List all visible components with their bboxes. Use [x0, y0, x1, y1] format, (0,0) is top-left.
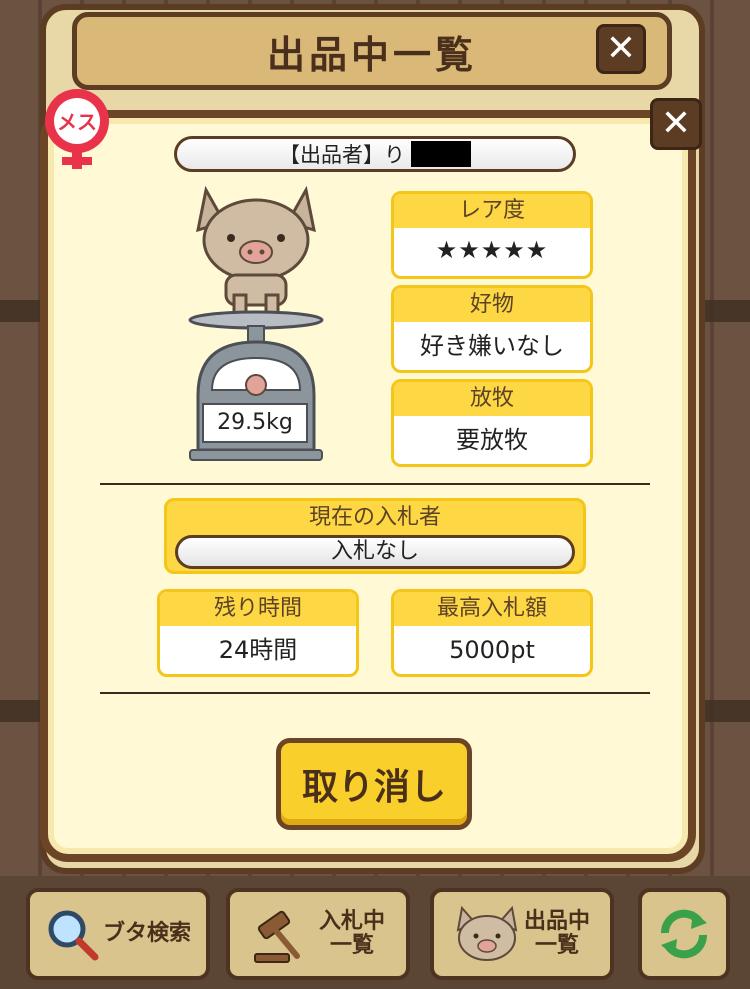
- remaining-time-value: 24時間: [218, 636, 298, 664]
- redacted-block: [411, 141, 471, 167]
- max-bid-box: 最高入札額 5000pt: [391, 589, 593, 677]
- refresh-icon: [660, 909, 708, 959]
- bidding-list-label-line1: 入札中: [318, 909, 385, 934]
- listing-list-label: 出品中 一覧: [524, 910, 590, 958]
- current-bidder-value: 入札なし: [175, 535, 575, 569]
- gender-label: メス: [57, 110, 97, 134]
- pig-icon: [196, 185, 316, 315]
- grazing-label: 放牧: [394, 382, 590, 416]
- gavel-icon: [253, 910, 300, 963]
- magnifier-icon: [48, 910, 99, 961]
- listing-list-label-line2: 一覧: [534, 933, 579, 958]
- cancel-listing-button[interactable]: 取り消し: [276, 738, 472, 830]
- rarity-stars: ★★★★★: [435, 236, 549, 264]
- listing-list-button[interactable]: 出品中 一覧: [430, 888, 614, 980]
- seller-bar: 【出品者】 り: [174, 136, 576, 172]
- close-window-button[interactable]: ✕: [596, 24, 646, 74]
- current-bidder-box: 現在の入札者 入札なし: [164, 498, 586, 574]
- pig-search-button[interactable]: ブタ検索: [26, 888, 210, 980]
- weight-display: 29.5kg: [202, 403, 308, 443]
- page-title: 出品中一覧: [266, 32, 477, 77]
- bidding-list-label-line2: 一覧: [329, 933, 374, 958]
- seller-prefix: 【出品者】: [279, 143, 384, 167]
- refresh-button[interactable]: [638, 888, 730, 980]
- favorite-food-label: 好物: [394, 288, 590, 322]
- divider: [100, 483, 650, 485]
- favorite-food-value: 好き嫌いなし: [420, 332, 564, 360]
- divider: [100, 692, 650, 694]
- female-icon: メス: [45, 89, 109, 169]
- favorite-food-box: 好物 好き嫌いなし: [391, 285, 593, 373]
- seller-name: り: [384, 143, 405, 167]
- bidding-list-button[interactable]: 入札中 一覧: [226, 888, 410, 980]
- bidding-list-label: 入札中 一覧: [319, 910, 385, 958]
- current-bidder-label: 現在の入札者: [308, 505, 441, 530]
- grazing-value: 要放牧: [456, 426, 528, 454]
- listing-title-bar: 出品中一覧: [72, 12, 672, 90]
- remaining-time-box: 残り時間 24時間: [157, 589, 359, 677]
- close-panel-button[interactable]: ✕: [650, 98, 702, 150]
- listing-list-label-line1: 出品中: [523, 909, 590, 934]
- close-icon: ✕: [660, 103, 692, 144]
- rarity-label: レア度: [394, 194, 590, 228]
- rarity-box: レア度 ★★★★★: [391, 191, 593, 279]
- pig-face-icon: [456, 905, 518, 961]
- grazing-box: 放牧 要放牧: [391, 379, 593, 467]
- max-bid-label: 最高入札額: [394, 592, 590, 626]
- pig-search-label: ブタ検索: [102, 921, 191, 946]
- remaining-time-label: 残り時間: [160, 592, 356, 626]
- close-icon: ✕: [605, 28, 637, 69]
- max-bid-value: 5000pt: [449, 636, 535, 664]
